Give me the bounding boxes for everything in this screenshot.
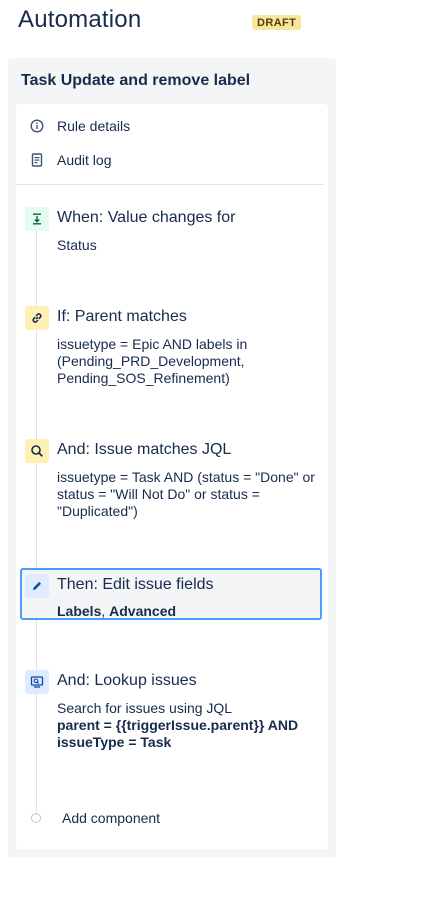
step-issue-matches-jql-desc: issuetype = Task AND (status = "Done" or… <box>57 469 315 519</box>
rule-card: Rule details Audit log When: Value chang… <box>16 104 328 849</box>
step-lookup-issues-title: And: Lookup issues <box>57 672 197 689</box>
step-trigger-title: When: Value changes for <box>57 209 236 226</box>
step-edit-issue-fields-title: Then: Edit issue fields <box>57 576 214 593</box>
page-title: Automation <box>18 6 142 33</box>
link-icon <box>25 306 49 330</box>
step-parent-matches-desc: issuetype = Epic AND labels in (Pending_… <box>57 336 248 386</box>
trigger-icon <box>25 207 49 231</box>
nav-divider <box>16 184 324 185</box>
draft-badge: DRAFT <box>252 15 302 30</box>
lookup-icon <box>25 670 49 694</box>
field-separator: , <box>101 603 110 619</box>
nav-audit-log-label: Audit log <box>57 152 112 168</box>
pencil-icon <box>25 574 49 598</box>
step-issue-matches-jql[interactable]: And: Issue matches JQL issuetype = Task … <box>24 439 322 521</box>
step-trigger-desc: Status <box>57 237 97 253</box>
step-edit-issue-fields-desc: Labels, Advanced <box>57 603 319 620</box>
nav-rule-details[interactable]: Rule details <box>30 115 130 137</box>
field-labels: Labels <box>57 603 102 619</box>
step-lookup-issues[interactable]: And: Lookup issues Search for issues usi… <box>24 670 322 752</box>
search-icon <box>25 439 49 463</box>
field-advanced: Advanced <box>109 603 177 619</box>
step-parent-matches[interactable]: If: Parent matches issuetype = Epic AND … <box>24 306 322 388</box>
step-issue-matches-jql-title: And: Issue matches JQL <box>57 441 232 458</box>
rule-name: Task Update and remove label <box>21 72 251 89</box>
step-edit-issue-fields[interactable]: Then: Edit issue fields Labels, Advanced <box>20 568 322 620</box>
document-icon <box>30 153 44 167</box>
nav-audit-log[interactable]: Audit log <box>30 149 111 171</box>
rule-panel: Task Update and remove label Rule detail… <box>8 58 336 857</box>
info-icon <box>30 119 44 133</box>
step-trigger[interactable]: When: Value changes for Status <box>24 207 322 257</box>
add-component-dot-icon <box>31 813 41 823</box>
step-parent-matches-title: If: Parent matches <box>57 308 187 325</box>
lookup-jql: parent = {{triggerIssue.parent}} AND iss… <box>57 717 299 750</box>
add-component-label: Add component <box>62 810 161 826</box>
nav-rule-details-label: Rule details <box>57 118 131 134</box>
step-lookup-issues-desc: Search for issues using JQL parent = {{t… <box>57 700 319 751</box>
add-component-button[interactable]: Add component <box>30 808 160 828</box>
lookup-desc-text: Search for issues using JQL <box>57 700 233 716</box>
